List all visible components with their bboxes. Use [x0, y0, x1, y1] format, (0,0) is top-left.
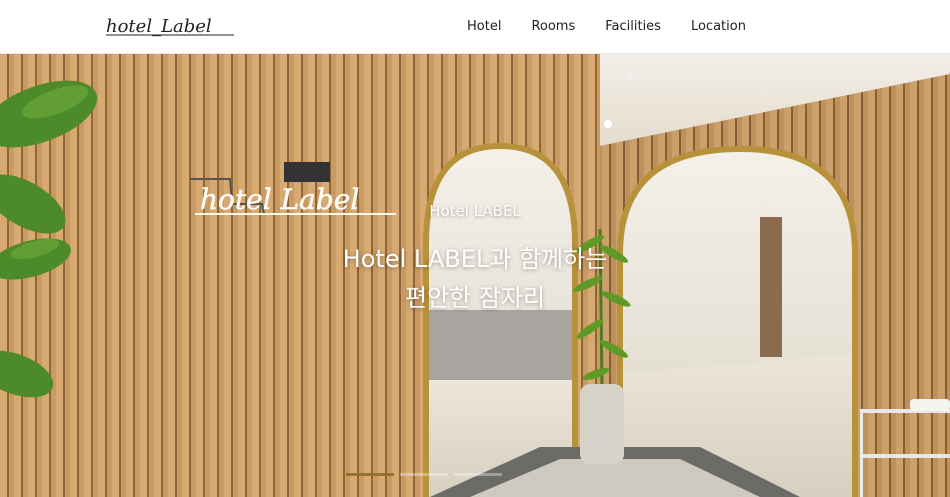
- nav-facilities[interactable]: Facilities: [590, 0, 676, 54]
- hero-title: Hotel LABEL과 함께하는 편안한 잠자리: [0, 240, 950, 318]
- hero-banner: hotel Label Hotel LABEL Hotel LABEL과 함께하…: [0, 54, 950, 497]
- logo-text: hotel_Label: [106, 16, 212, 37]
- slide-dot-3[interactable]: [454, 473, 502, 476]
- main-nav: Hotel Rooms Facilities Location: [452, 0, 761, 54]
- nav-location[interactable]: Location: [676, 0, 761, 54]
- hotel-label-logo[interactable]: hotel_Label: [106, 14, 236, 42]
- hero-subtitle: Hotel LABEL: [429, 202, 521, 220]
- site-header: hotel_Label Hotel Rooms Facilities Locat…: [0, 0, 950, 54]
- hero-title-line2: 편안한 잠자리: [404, 284, 546, 312]
- nav-hotel[interactable]: Hotel: [452, 0, 516, 54]
- slider-pagination: [346, 473, 502, 476]
- slide-dot-1[interactable]: [346, 473, 394, 476]
- slide-dot-2[interactable]: [400, 473, 448, 476]
- hero-title-line1: Hotel LABEL과 함께하는: [342, 245, 608, 273]
- nav-rooms[interactable]: Rooms: [516, 0, 590, 54]
